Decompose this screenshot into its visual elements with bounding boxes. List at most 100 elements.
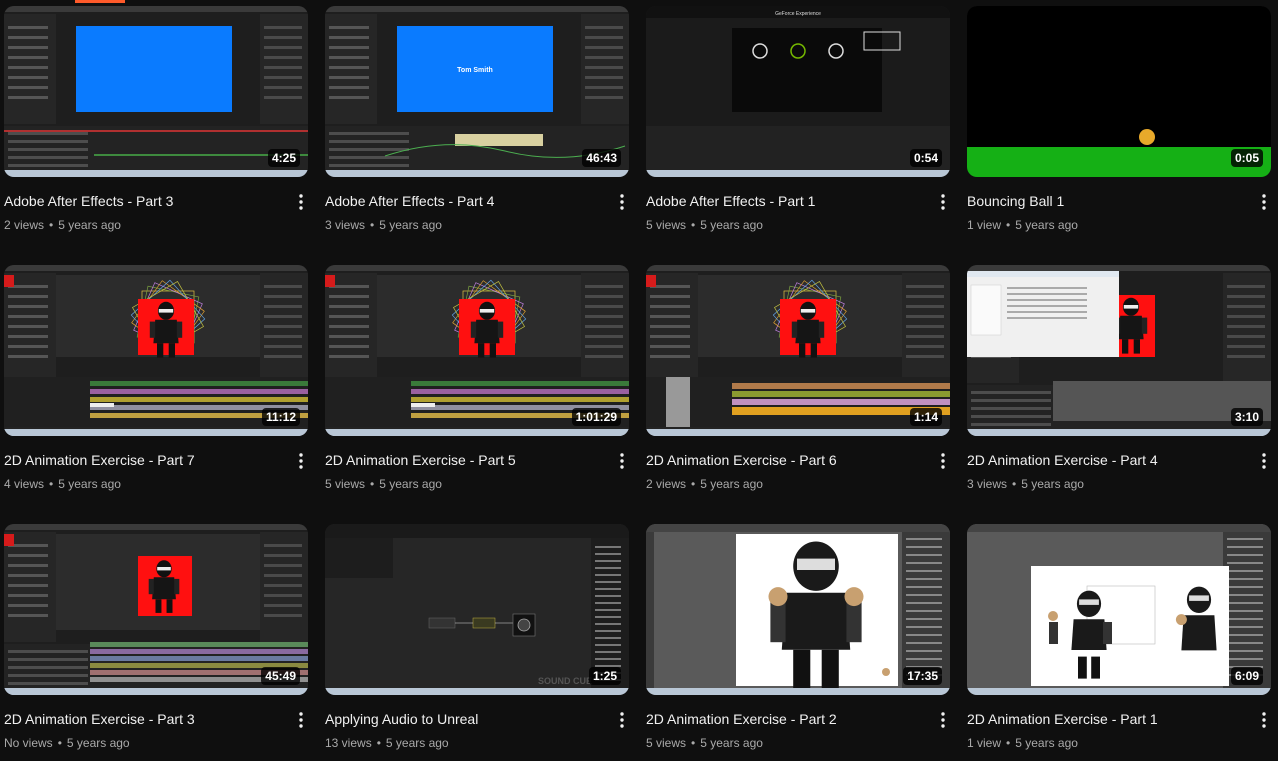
view-count: 1 view (967, 218, 1002, 232)
separator-dot: • (1006, 218, 1011, 232)
upload-age: 5 years ago (700, 218, 763, 232)
video-thumbnail[interactable]: GeForce Experience 0:54 (646, 6, 950, 177)
video-card[interactable]: 1:01:29 2D Animation Exercise - Part 5 5 v… (325, 265, 630, 524)
video-meta: 2D Animation Exercise - Part 4 3 views • 5 … (967, 436, 1272, 522)
duration-badge: 6:09 (1230, 667, 1263, 685)
video-card[interactable]: 3:10 2D Animation Exercise - Part 4 3 view… (967, 265, 1272, 524)
video-title[interactable]: 2D Animation Exercise - Part 3 (4, 711, 309, 727)
video-thumbnail[interactable]: 6:09 (967, 524, 1271, 695)
view-count: 2 views (646, 477, 687, 491)
video-meta: 2D Animation Exercise - Part 25 views • 5 … (646, 695, 951, 761)
view-count: 2 views (4, 218, 45, 232)
video-title[interactable]: 2D Animation Exercise - Part 6 (646, 452, 951, 468)
video-title[interactable]: 2D Animation Exercise - Part 5 (325, 452, 630, 468)
video-title[interactable]: Applying Audio to Unreal (325, 711, 630, 727)
kebab-menu-icon (299, 194, 303, 210)
duration-badge: 0:05 (1230, 149, 1263, 167)
view-count: 5 views (325, 477, 366, 491)
video-meta: Adobe After Effects - Part 4 3 views • 5 ye… (325, 177, 630, 263)
video-card[interactable]: 17:35 2D Animation Exercise - Part 2 5 vie… (646, 524, 951, 761)
more-actions-button[interactable] (1256, 192, 1272, 212)
video-meta: 2D Animation Exercise - Part 3 No views • 5… (4, 695, 309, 761)
video-meta: 2D Animation Exercise - Part 1 1 view • 5 y… (967, 695, 1272, 761)
duration-badge: 46:43 (582, 149, 621, 167)
video-title[interactable]: Adobe After Effects - Part 3 (4, 193, 309, 209)
kebab-menu-icon (941, 453, 945, 469)
video-title[interactable]: Adobe After Effects - Part 1 (646, 193, 951, 209)
thumbnail-image (967, 524, 1271, 695)
video-meta: 2D Animation Exercise - Part 7 4 views • 5 … (4, 436, 309, 522)
kebab-menu-icon (299, 453, 303, 469)
more-actions-button[interactable] (293, 192, 309, 212)
video-thumbnail[interactable]: 1:01:29 (325, 265, 629, 436)
upload-age: 5 years ago (1015, 736, 1078, 750)
more-actions-button[interactable] (1256, 451, 1272, 471)
video-stats: 5 views • 5 years ago (646, 736, 951, 750)
video-thumbnail[interactable]: 1:14 (646, 265, 950, 436)
upload-age: 5 years ago (58, 477, 121, 491)
more-actions-button[interactable] (935, 192, 951, 212)
video-meta: Bouncing Ball 1 1 view • 5 years ago (967, 177, 1272, 263)
video-card[interactable]: GeForce Experience 0:54 Adobe After Effect… (646, 6, 951, 265)
duration-badge: 17:35 (903, 667, 942, 685)
upload-age: 5 years ago (1015, 218, 1078, 232)
thumb-text: Tom Smith (457, 67, 493, 74)
video-card[interactable]: 0:05 Bouncing Ball 1 1 view • 5 years ago (967, 6, 1272, 265)
video-thumbnail[interactable]: 17:35 (646, 524, 950, 695)
video-thumbnail[interactable]: 3:10 (967, 265, 1271, 436)
view-count: 5 views (646, 218, 687, 232)
view-count: No views (4, 736, 53, 750)
video-title[interactable]: 2D Animation Exercise - Part 7 (4, 452, 309, 468)
video-title[interactable]: 2D Animation Exercise - Part 2 (646, 711, 951, 727)
more-actions-button[interactable] (935, 710, 951, 730)
kebab-menu-icon (1262, 712, 1266, 728)
more-actions-button[interactable] (935, 451, 951, 471)
thumbnail-image: GeForce Experience (646, 6, 950, 177)
video-title[interactable]: 2D Animation Exercise - Part 1 (967, 711, 1272, 727)
video-thumbnail[interactable]: 45:49 (4, 524, 308, 695)
kebab-menu-icon (620, 712, 624, 728)
video-thumbnail[interactable]: Tom Smith 46:43 (325, 6, 629, 177)
video-stats: 5 views • 5 years ago (325, 477, 630, 491)
video-stats: 3 views • 5 years ago (967, 477, 1272, 491)
video-grid-page: 4:25 Adobe After Effects - Part 3 2 views •… (0, 0, 1278, 761)
view-count: 1 view (967, 736, 1002, 750)
video-thumbnail[interactable]: 11:12 (4, 265, 308, 436)
more-actions-button[interactable] (293, 710, 309, 730)
view-count: 5 views (646, 736, 687, 750)
video-title[interactable]: Bouncing Ball 1 (967, 193, 1272, 209)
video-stats: No views • 5 years ago (4, 736, 309, 750)
video-card[interactable]: Tom Smith 46:43 Adobe After Effects - Part… (325, 6, 630, 265)
upload-age: 5 years ago (700, 736, 763, 750)
upload-age: 5 years ago (385, 736, 449, 750)
thumbnail-image: SOUND CUE (325, 524, 629, 695)
video-title[interactable]: Adobe After Effects - Part 4 (325, 193, 630, 209)
video-title[interactable]: 2D Animation Exercise - Part 4 (967, 452, 1272, 468)
video-card[interactable]: 11:12 2D Animation Exercise - Part 7 4 vie… (4, 265, 309, 524)
video-meta: Applying Audio to Unreal 13 views • 5 years… (325, 695, 630, 761)
upload-age: 5 years ago (379, 477, 442, 491)
separator-dot: • (49, 477, 54, 491)
video-card[interactable]: 1:14 2D Animation Exercise - Part 6 2 view… (646, 265, 951, 524)
more-actions-button[interactable] (293, 451, 309, 471)
more-actions-button[interactable] (1256, 710, 1272, 730)
video-card[interactable]: 45:49 2D Animation Exercise - Part 3 No vi… (4, 524, 309, 761)
video-thumbnail[interactable]: 4:25 (4, 6, 308, 177)
video-thumbnail[interactable]: SOUND CUE 1:25 (325, 524, 629, 695)
video-stats: 2 views • 5 years ago (4, 218, 309, 232)
duration-badge: 1:25 (588, 667, 621, 685)
video-card[interactable]: 4:25 Adobe After Effects - Part 3 2 views •… (4, 6, 309, 265)
thumb-text: GeForce Experience (775, 11, 821, 17)
video-stats: 1 view • 5 years ago (967, 218, 1272, 232)
video-thumbnail[interactable]: 0:05 (967, 6, 1271, 177)
video-card[interactable]: SOUND CUE 1:25 Applying Audio to Unreal 13 … (325, 524, 630, 761)
more-actions-button[interactable] (614, 710, 630, 730)
thumb-text: SOUND CUE (538, 676, 592, 686)
more-actions-button[interactable] (614, 451, 630, 471)
more-actions-button[interactable] (614, 192, 630, 212)
separator-dot: • (691, 218, 696, 232)
separator-dot: • (691, 736, 696, 750)
video-card[interactable]: 6:09 2D Animation Exercise - Part 1 1 view… (967, 524, 1272, 761)
separator-dot: • (376, 736, 381, 750)
separator-dot: • (691, 477, 696, 491)
